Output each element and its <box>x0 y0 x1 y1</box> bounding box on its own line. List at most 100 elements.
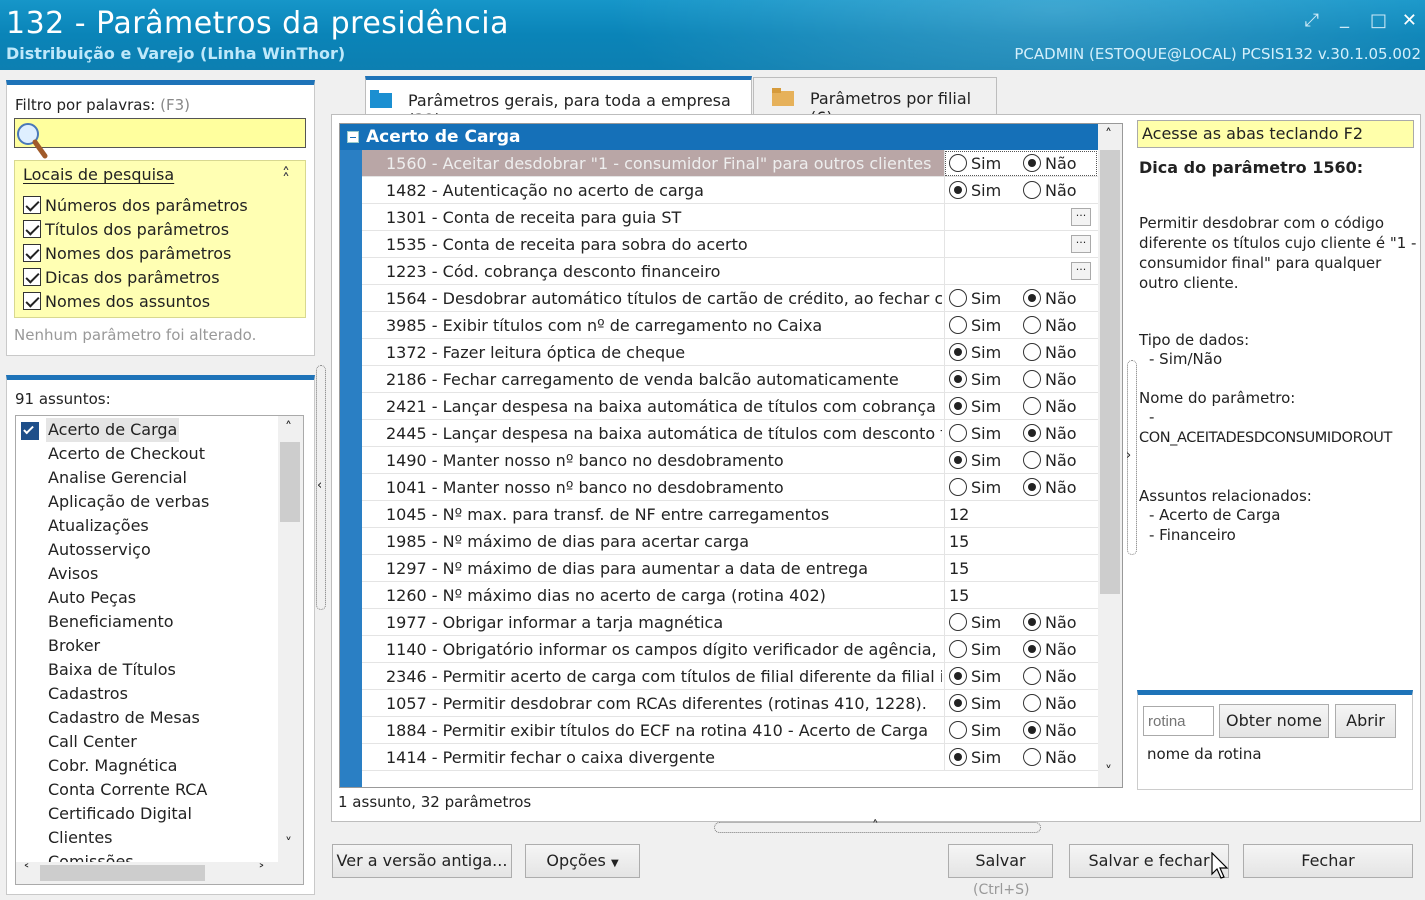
radio-sim[interactable] <box>949 667 967 685</box>
option-nomes-checkbox[interactable] <box>23 244 41 262</box>
topic-item[interactable]: Certificado Digital <box>48 802 192 826</box>
parameter-row[interactable]: 2346 - Permitir acerto de carga com títu… <box>362 663 1098 690</box>
radio-nao[interactable] <box>1023 640 1041 658</box>
parameter-value[interactable]: 15 <box>944 528 1098 554</box>
expand-up-icon[interactable]: ˄ <box>872 819 879 834</box>
parameter-row[interactable]: 1223 - Cód. cobrança desconto financeiro… <box>362 258 1098 285</box>
radio-sim[interactable] <box>949 154 967 172</box>
radio-nao[interactable] <box>1023 478 1041 496</box>
opcoes-button[interactable]: Opções ▼ <box>525 844 640 878</box>
parameter-row[interactable]: 1301 - Conta de receita para guia ST ··· <box>362 204 1098 231</box>
parameter-row[interactable]: 1041 - Manter nosso nº banco no desdobra… <box>362 474 1098 501</box>
topic-item[interactable]: Cobr. Magnética <box>48 754 177 778</box>
parameter-value[interactable]: Sim Não <box>944 177 1098 203</box>
lookup-ellipsis-button[interactable]: ··· <box>1071 235 1091 253</box>
parameter-value[interactable]: Sim Não <box>944 447 1098 473</box>
radio-sim[interactable] <box>949 613 967 631</box>
parameter-value[interactable]: Sim Não <box>944 663 1098 689</box>
scroll-up-icon[interactable]: ˄ <box>285 420 292 436</box>
parameter-value[interactable]: Sim Não <box>944 609 1098 635</box>
tab-parametros-filial[interactable]: Parâmetros por filial (6) <box>753 77 997 127</box>
parameter-value[interactable]: 12 <box>944 501 1098 527</box>
parameter-row[interactable]: 3985 - Exibir títulos com nº de carregam… <box>362 312 1098 339</box>
radio-sim[interactable] <box>949 397 967 415</box>
topic-item[interactable]: Avisos <box>48 562 98 586</box>
topic-item[interactable]: Cadastros <box>48 682 128 706</box>
salvar-fechar-button[interactable]: Salvar e fechar <box>1069 844 1229 878</box>
parameter-row[interactable]: 1414 - Permitir fechar o caixa divergent… <box>362 744 1098 771</box>
topics-horizontal-scrollbar[interactable]: ˂ ˃ <box>16 862 303 884</box>
parameter-value[interactable]: Sim Não <box>944 717 1098 743</box>
scroll-down-icon[interactable]: ˅ <box>285 836 292 852</box>
parameter-row[interactable]: 1297 - Nº máximo de dias para aumentar a… <box>362 555 1098 582</box>
filter-input[interactable] <box>14 118 306 148</box>
topic-item[interactable]: Baixa de Títulos <box>48 658 176 682</box>
parameter-value[interactable]: Sim Não <box>944 366 1098 392</box>
radio-nao[interactable] <box>1023 424 1041 442</box>
parameter-row[interactable]: 2421 - Lançar despesa na baixa automátic… <box>362 393 1098 420</box>
radio-sim[interactable] <box>949 343 967 361</box>
scroll-right-icon[interactable]: ˃ <box>258 863 265 879</box>
parameter-row[interactable]: 1372 - Fazer leitura óptica de cheque Sim… <box>362 339 1098 366</box>
radio-nao[interactable] <box>1023 748 1041 766</box>
parameter-row[interactable]: 2445 - Lançar despesa na baixa automátic… <box>362 420 1098 447</box>
parameter-row[interactable]: 1560 - Aceitar desdobrar "1 - consumidor… <box>362 150 1098 177</box>
topics-vertical-scrollbar[interactable]: ˄ ˅ <box>278 416 303 862</box>
option-numeros-checkbox[interactable] <box>23 196 41 214</box>
collapse-group-icon[interactable] <box>347 131 359 143</box>
parameter-row[interactable]: 1985 - Nº máximo de dias para acertar ca… <box>362 528 1098 555</box>
option-titulos-checkbox[interactable] <box>23 220 41 238</box>
scroll-left-icon[interactable]: ˂ <box>23 863 30 879</box>
option-assuntos-checkbox[interactable] <box>23 292 41 310</box>
radio-nao[interactable] <box>1023 154 1041 172</box>
parameter-value[interactable]: Sim Não <box>944 285 1098 311</box>
radio-sim[interactable] <box>949 478 967 496</box>
radio-sim[interactable] <box>949 289 967 307</box>
maximize-icon[interactable]: □ <box>1370 10 1387 31</box>
parameter-row[interactable]: 1260 - Nº máximo dias no acerto de carga… <box>362 582 1098 609</box>
parameter-row[interactable]: 1884 - Permitir exibir títulos do ECF na… <box>362 717 1098 744</box>
salvar-button[interactable]: Salvar <box>948 844 1053 878</box>
expand-right-icon[interactable]: › <box>1126 448 1131 463</box>
topic-item[interactable]: Autosserviço <box>48 538 151 562</box>
topic-item[interactable]: Atualizações <box>48 514 149 538</box>
parameter-value[interactable]: ··· <box>944 258 1098 284</box>
obter-nome-button[interactable]: Obter nome <box>1219 704 1329 738</box>
topic-item[interactable]: Conta Corrente RCA <box>48 778 207 802</box>
grid-scroll-thumb[interactable] <box>1100 150 1120 594</box>
collapse-left-icon[interactable]: ‹ <box>317 478 322 493</box>
radio-sim[interactable] <box>949 316 967 334</box>
topic-item[interactable]: Analise Gerencial <box>48 466 187 490</box>
group-header[interactable]: Acerto de Carga <box>340 124 1098 150</box>
radio-nao[interactable] <box>1023 343 1041 361</box>
lookup-ellipsis-button[interactable]: ··· <box>1071 208 1091 226</box>
scroll-thumb-horizontal[interactable] <box>40 865 205 881</box>
ver-versao-antiga-button[interactable]: Ver a versão antiga... <box>332 844 512 878</box>
radio-nao[interactable] <box>1023 397 1041 415</box>
radio-nao[interactable] <box>1023 667 1041 685</box>
radio-sim[interactable] <box>949 370 967 388</box>
topics-list[interactable]: Acerto de Carga Acerto de Checkout Anali… <box>15 415 304 885</box>
topic-item[interactable]: Call Center <box>48 730 137 754</box>
radio-sim[interactable] <box>949 748 967 766</box>
radio-sim[interactable] <box>949 640 967 658</box>
parameters-grid[interactable]: Acerto de Carga 1560 - Aceitar desdobrar… <box>339 123 1123 788</box>
radio-sim[interactable] <box>949 451 967 469</box>
parameter-row[interactable]: 1564 - Desdobrar automático títulos de c… <box>362 285 1098 312</box>
parameter-row[interactable]: 1977 - Obrigar informar a tarja magnétic… <box>362 609 1098 636</box>
option-dicas-checkbox[interactable] <box>23 268 41 286</box>
topic-item[interactable]: Broker <box>48 634 100 658</box>
radio-nao[interactable] <box>1023 370 1041 388</box>
topic-item[interactable]: Cadastro de Mesas <box>48 706 200 730</box>
topic-item[interactable]: Beneficiamento <box>48 610 174 634</box>
parameter-row[interactable]: 1045 - Nº max. para transf. de NF entre … <box>362 501 1098 528</box>
parameter-value[interactable]: Sim Não <box>944 339 1098 365</box>
close-icon[interactable]: ✕ <box>1402 10 1417 31</box>
topic-item[interactable]: Aplicação de verbas <box>48 490 209 514</box>
radio-nao[interactable] <box>1023 613 1041 631</box>
scroll-up-icon[interactable]: ˄ <box>1105 127 1112 143</box>
topic-item[interactable]: Acerto de Carga <box>46 418 180 442</box>
radio-nao[interactable] <box>1023 316 1041 334</box>
parameter-value[interactable]: Sim Não <box>944 150 1098 176</box>
parameter-row[interactable]: 1140 - Obrigatório informar os campos dí… <box>362 636 1098 663</box>
